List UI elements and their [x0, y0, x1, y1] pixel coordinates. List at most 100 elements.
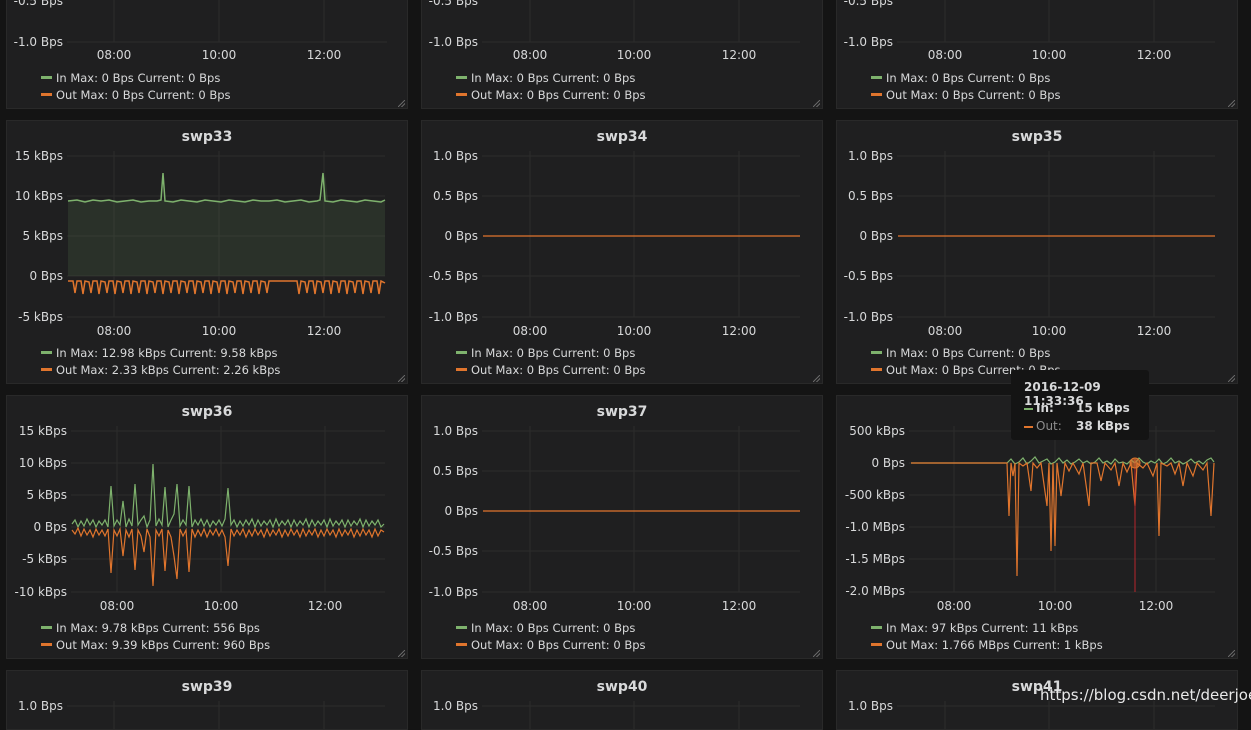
y-tick: -0.5 Bps	[844, 269, 893, 283]
legend-out-text: Out Max: 0 Bps Current: 0 Bps	[471, 88, 646, 102]
x-tick: 08:00	[513, 48, 548, 62]
legend-in-text: In Max: 0 Bps Current: 0 Bps	[471, 71, 636, 85]
y-tick: 1.0 Bps	[433, 699, 478, 713]
legend-in[interactable]: In Max: 0 Bps Current: 0 Bps	[41, 71, 220, 85]
panel-swp36[interactable]: swp36 15 kBps 10 kBps 5 kBps 0 Bps -5 kB…	[6, 395, 408, 659]
y-tick: -0.5 Bps	[429, 269, 478, 283]
legend-in-text: In Max: 97 kBps Current: 11 kBps	[886, 621, 1079, 635]
resize-handle[interactable]	[398, 375, 405, 382]
legend-in[interactable]: In Max: 0 Bps Current: 0 Bps	[456, 621, 635, 635]
hover-point	[1129, 457, 1141, 469]
x-tick: 10:00	[202, 324, 237, 338]
panel-swp33[interactable]: swp33 15 kBps 10 kBps 5 kBps 0 Bps -5 kB…	[6, 120, 408, 384]
resize-handle[interactable]	[1228, 375, 1235, 382]
y-tick: -0.5 Bps	[429, 544, 478, 558]
resize-handle[interactable]	[813, 100, 820, 107]
x-tick: 12:00	[1137, 48, 1172, 62]
panel-swp34[interactable]: swp34 1.0 Bps 0.5 Bps 0 Bps -0.5 Bps -1.…	[421, 120, 823, 384]
legend-in-swatch	[871, 351, 882, 354]
legend-in-swatch	[456, 76, 467, 79]
legend-out[interactable]: Out Max: 1.766 MBps Current: 1 kBps	[871, 638, 1103, 652]
y-tick: 1.0 Bps	[433, 149, 478, 163]
panel-swp40[interactable]: swp40 1.0 Bps	[421, 670, 823, 730]
legend-in[interactable]: In Max: 0 Bps Current: 0 Bps	[456, 71, 635, 85]
y-tick: 0.5 Bps	[848, 189, 893, 203]
legend-out-text: Out Max: 0 Bps Current: 0 Bps	[56, 88, 231, 102]
legend-out[interactable]: Out Max: 0 Bps Current: 0 Bps	[456, 638, 646, 652]
legend-out-swatch	[871, 93, 882, 96]
legend-in[interactable]: In Max: 0 Bps Current: 0 Bps	[871, 71, 1050, 85]
resize-handle[interactable]	[1228, 100, 1235, 107]
tooltip-out-swatch	[1024, 425, 1033, 428]
x-tick: 10:00	[202, 48, 237, 62]
y-tick: -500 kBps	[845, 488, 905, 502]
panel-swp39[interactable]: swp39 1.0 Bps	[6, 670, 408, 730]
legend-out-swatch	[871, 368, 882, 371]
y-tick: 500 kBps	[849, 424, 905, 438]
legend-in[interactable]: In Max: 9.78 kBps Current: 556 Bps	[41, 621, 260, 635]
legend-in-swatch	[41, 351, 52, 354]
y-tick: -1.0 Bps	[429, 310, 478, 324]
series-in-line	[67, 172, 386, 203]
y-tick: 15 kBps	[19, 424, 67, 438]
y-tick: 1.0 Bps	[848, 149, 893, 163]
legend-in-text: In Max: 0 Bps Current: 0 Bps	[886, 346, 1051, 360]
y-tick: -1.0 Bps	[429, 585, 478, 599]
tooltip-in-label: In:	[1036, 401, 1054, 415]
x-tick: 08:00	[97, 324, 132, 338]
x-tick: 10:00	[204, 599, 239, 613]
x-tick: 12:00	[1137, 324, 1172, 338]
x-tick: 12:00	[307, 324, 342, 338]
y-tick: 0 Bps	[444, 229, 478, 243]
legend-out[interactable]: Out Max: 2.33 kBps Current: 2.26 kBps	[41, 363, 280, 377]
x-tick: 08:00	[513, 599, 548, 613]
legend-in[interactable]: In Max: 0 Bps Current: 0 Bps	[456, 346, 635, 360]
resize-handle[interactable]	[398, 650, 405, 657]
legend-out-text: Out Max: 0 Bps Current: 0 Bps	[471, 638, 646, 652]
y-tick: 1.0 Bps	[18, 699, 63, 713]
resize-handle[interactable]	[813, 650, 820, 657]
y-tick: -10 kBps	[15, 585, 67, 599]
resize-handle[interactable]	[1228, 650, 1235, 657]
legend-out-swatch	[456, 643, 467, 646]
y-tick: 1.0 Bps	[433, 424, 478, 438]
resize-handle[interactable]	[813, 375, 820, 382]
y-tick: -1.0 Bps	[844, 310, 893, 324]
y-tick: 0.5 Bps	[433, 189, 478, 203]
x-tick: 12:00	[722, 48, 757, 62]
y-tick: 10 kBps	[19, 456, 67, 470]
y-tick: -0.5 Bps	[429, 0, 478, 8]
x-tick: 10:00	[1038, 599, 1073, 613]
legend-in-swatch	[871, 76, 882, 79]
legend-out[interactable]: Out Max: 0 Bps Current: 0 Bps	[871, 88, 1061, 102]
legend-out-text: Out Max: 1.766 MBps Current: 1 kBps	[886, 638, 1103, 652]
legend-out[interactable]: Out Max: 9.39 kBps Current: 960 Bps	[41, 638, 270, 652]
graph-canvas: 1.0 Bps 0.5 Bps 0 Bps -0.5 Bps -1.0 Bps …	[429, 149, 800, 338]
legend-out[interactable]: Out Max: 0 Bps Current: 0 Bps	[456, 88, 646, 102]
panel-row1-col1[interactable]: -0.5 Bps -1.0 Bps 08:00 10:00 12:00 In M…	[6, 0, 408, 109]
panel-swp35[interactable]: swp35 1.0 Bps 0.5 Bps 0 Bps -0.5 Bps -1.…	[836, 120, 1238, 384]
legend-in[interactable]: In Max: 97 kBps Current: 11 kBps	[871, 621, 1078, 635]
x-tick: 10:00	[1032, 324, 1067, 338]
legend-out[interactable]: Out Max: 0 Bps Current: 0 Bps	[456, 363, 646, 377]
x-tick: 10:00	[617, 324, 652, 338]
x-tick: 10:00	[1032, 48, 1067, 62]
legend-in-swatch	[456, 351, 467, 354]
y-tick: 0 Bps	[444, 504, 478, 518]
legend-in[interactable]: In Max: 12.98 kBps Current: 9.58 kBps	[41, 346, 278, 360]
y-tick: 5 kBps	[27, 488, 68, 502]
panel-row1-col2[interactable]: -0.5 Bps -1.0 Bps 08:00 10:00 12:00 In M…	[421, 0, 823, 109]
y-tick: 5 kBps	[23, 229, 64, 243]
legend-out[interactable]: Out Max: 0 Bps Current: 0 Bps	[41, 88, 231, 102]
legend-in[interactable]: In Max: 0 Bps Current: 0 Bps	[871, 346, 1050, 360]
x-tick: 12:00	[308, 599, 343, 613]
y-tick: -5 kBps	[18, 310, 63, 324]
legend-out-swatch	[871, 643, 882, 646]
y-tick: -1.5 MBps	[845, 552, 905, 566]
legend-in-text: In Max: 0 Bps Current: 0 Bps	[471, 621, 636, 635]
y-tick: -1.0 MBps	[845, 520, 905, 534]
panel-swp37[interactable]: swp37 1.0 Bps 0.5 Bps 0 Bps -0.5 Bps -1.…	[421, 395, 823, 659]
panel-row1-col3[interactable]: -0.5 Bps -1.0 Bps 08:00 10:00 12:00 In M…	[836, 0, 1238, 109]
legend-out-text: Out Max: 2.33 kBps Current: 2.26 kBps	[56, 363, 281, 377]
resize-handle[interactable]	[398, 100, 405, 107]
